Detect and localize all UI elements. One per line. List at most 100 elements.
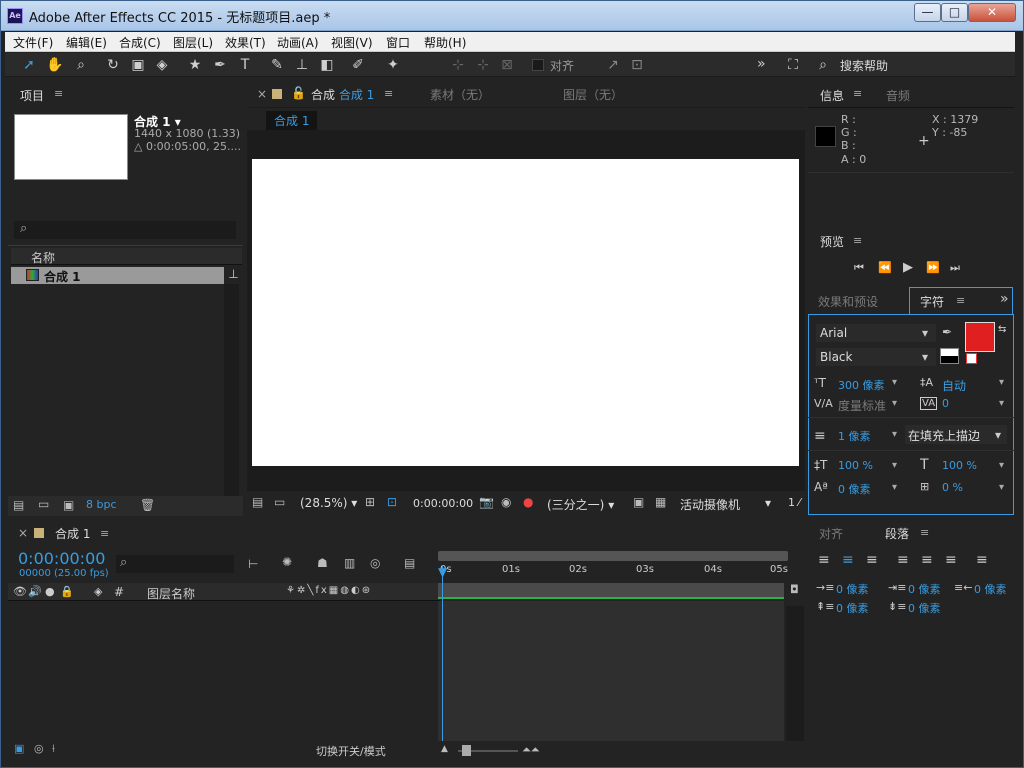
- bpc-button[interactable]: 8 bpc: [86, 498, 117, 511]
- justify-all-icon[interactable]: ≡: [976, 552, 988, 568]
- project-search-input[interactable]: [14, 221, 236, 239]
- baseline-shift-value[interactable]: 0 像素: [838, 481, 871, 497]
- in-out-icon[interactable]: ⟊: [52, 742, 55, 756]
- draft-3d-icon[interactable]: ✺: [282, 555, 292, 569]
- play-icon[interactable]: ▶: [903, 260, 913, 275]
- roto-brush-tool-icon[interactable]: ✐: [348, 56, 368, 74]
- chevron-down-icon[interactable]: ▾: [892, 377, 897, 388]
- pan-behind-tool-icon[interactable]: ◈: [152, 56, 172, 74]
- zoom-out-icon[interactable]: ▲: [441, 744, 448, 754]
- project-tab[interactable]: 项目: [20, 87, 44, 104]
- horizontal-scale-value[interactable]: 100 %: [942, 459, 977, 472]
- preview-tab[interactable]: 预览: [820, 233, 844, 250]
- align-left-icon[interactable]: ≡: [818, 552, 830, 568]
- preview-menu-icon[interactable]: ≡: [853, 234, 862, 247]
- maximize-button[interactable]: □: [941, 3, 968, 22]
- leading-value[interactable]: 自动: [942, 377, 966, 394]
- project-scrollbar[interactable]: [224, 284, 239, 496]
- comp-canvas[interactable]: [252, 159, 799, 466]
- trash-icon[interactable]: 🗑: [140, 498, 155, 512]
- brush-tool-icon[interactable]: ✎: [267, 56, 287, 74]
- space-after-value[interactable]: 0 像素: [908, 600, 941, 616]
- comp-marker-icon[interactable]: ◘: [790, 583, 799, 596]
- timeline-current-time[interactable]: 0:00:00:00: [18, 549, 105, 568]
- zoom-slider-handle[interactable]: [462, 745, 471, 756]
- timeline-track-area[interactable]: [438, 601, 784, 741]
- selection-tool-icon[interactable]: ➚: [19, 56, 39, 74]
- shy-layers-icon[interactable]: ☗: [317, 556, 328, 570]
- kerning-value[interactable]: 度量标准: [838, 397, 886, 414]
- snap-edge-icon[interactable]: ↗: [603, 56, 623, 74]
- snap-feature-icon[interactable]: ⊡: [627, 56, 647, 74]
- switches-header-icons[interactable]: ⚘✲╲fx▦◍◐⊛: [286, 585, 372, 596]
- comp-mini-flowchart-icon[interactable]: ⊢: [248, 557, 258, 571]
- menu-file[interactable]: 文件(F): [13, 34, 53, 51]
- sync-settings-icon[interactable]: ⛶: [783, 56, 803, 74]
- breadcrumb[interactable]: 合成 1: [266, 111, 318, 130]
- lock-icon[interactable]: 🔓: [291, 86, 306, 100]
- current-time-indicator[interactable]: [442, 565, 443, 741]
- name-column-header[interactable]: 名称: [31, 249, 55, 266]
- align-tab[interactable]: 对齐: [819, 525, 843, 542]
- info-menu-icon[interactable]: ≡: [853, 87, 862, 100]
- justify-center-icon[interactable]: ≡: [921, 552, 933, 568]
- graph-editor-icon[interactable]: ▤: [404, 556, 415, 570]
- project-item-row[interactable]: [11, 267, 224, 284]
- rotate-tool-icon[interactable]: ↻: [103, 56, 123, 74]
- audio-tab[interactable]: 音频: [886, 87, 910, 104]
- hand-tool-icon[interactable]: ✋: [45, 56, 65, 74]
- menu-help[interactable]: 帮助(H): [424, 34, 466, 51]
- new-folder-icon[interactable]: ▭: [38, 497, 49, 511]
- default-colors-icon[interactable]: [940, 348, 959, 364]
- close-tab-icon[interactable]: ×: [257, 87, 267, 101]
- layer-switches-icon[interactable]: ▣: [14, 742, 24, 755]
- effects-presets-tab[interactable]: 效果和预设: [818, 293, 878, 310]
- interpret-footage-icon[interactable]: ▤: [13, 498, 24, 512]
- align-right-icon[interactable]: ≡: [866, 552, 878, 568]
- chevron-down-icon[interactable]: ▾: [892, 482, 897, 493]
- font-size-value[interactable]: 300 像素: [838, 377, 885, 393]
- swap-colors-icon[interactable]: ⇆: [998, 324, 1006, 335]
- chevron-down-icon[interactable]: ▾: [892, 398, 897, 409]
- current-time-display[interactable]: 0:00:00:00: [413, 497, 473, 510]
- layer-name-column-header[interactable]: 图层名称: [147, 585, 195, 602]
- workspace-more-icon[interactable]: »: [757, 56, 766, 72]
- zoom-tool-icon[interactable]: ⌕: [71, 56, 91, 74]
- time-ruler[interactable]: [438, 561, 788, 581]
- pen-tool-icon[interactable]: ✒: [210, 56, 230, 74]
- menu-edit[interactable]: 编辑(E): [66, 34, 107, 51]
- camera-tool-icon[interactable]: ▣: [128, 56, 148, 74]
- region-of-interest-icon[interactable]: ▣: [633, 495, 644, 509]
- search-help-input[interactable]: 搜索帮助: [840, 57, 888, 74]
- flowchart-icon[interactable]: ⊥: [224, 267, 243, 284]
- justify-left-icon[interactable]: ≡: [897, 552, 909, 568]
- project-item-name[interactable]: 合成 1: [44, 268, 81, 285]
- project-menu-icon[interactable]: ≡: [54, 87, 63, 100]
- paragraph-menu-icon[interactable]: ≡: [920, 526, 929, 539]
- new-comp-icon[interactable]: ▣: [63, 498, 74, 512]
- close-tab-icon[interactable]: ×: [18, 526, 28, 540]
- eyedropper-icon[interactable]: ✒: [942, 325, 952, 339]
- justify-right-icon[interactable]: ≡: [945, 552, 957, 568]
- tab-layer[interactable]: 图层（无）: [563, 86, 623, 103]
- info-tab[interactable]: 信息: [820, 87, 844, 104]
- chevron-down-icon[interactable]: ▾: [892, 429, 897, 440]
- menu-view[interactable]: 视图(V): [331, 34, 373, 51]
- timeline-scrollbar[interactable]: [786, 606, 804, 741]
- vertical-scale-value[interactable]: 100 %: [838, 459, 873, 472]
- clone-stamp-tool-icon[interactable]: ⊥: [292, 56, 312, 74]
- menu-effect[interactable]: 效果(T): [225, 34, 266, 51]
- motion-blur-icon[interactable]: ◎: [370, 556, 380, 570]
- transfer-controls-icon[interactable]: ◎: [34, 742, 44, 755]
- timeline-tab[interactable]: 合成 1: [55, 525, 90, 542]
- show-snapshot-icon[interactable]: ◉: [501, 495, 511, 509]
- mask-visibility-icon[interactable]: ⊡: [387, 495, 397, 509]
- no-fill-icon[interactable]: [966, 353, 977, 364]
- label-column-icon[interactable]: ◈: [94, 585, 102, 598]
- work-area-bar[interactable]: [438, 551, 788, 561]
- snapshot-icon[interactable]: 📷: [479, 495, 494, 509]
- world-axis-icon[interactable]: ⊹: [473, 56, 493, 74]
- grid-guide-icon[interactable]: ⊞: [365, 495, 375, 509]
- menu-layer[interactable]: 图层(L): [173, 34, 213, 51]
- audio-switch-icon[interactable]: 🔊: [28, 585, 42, 598]
